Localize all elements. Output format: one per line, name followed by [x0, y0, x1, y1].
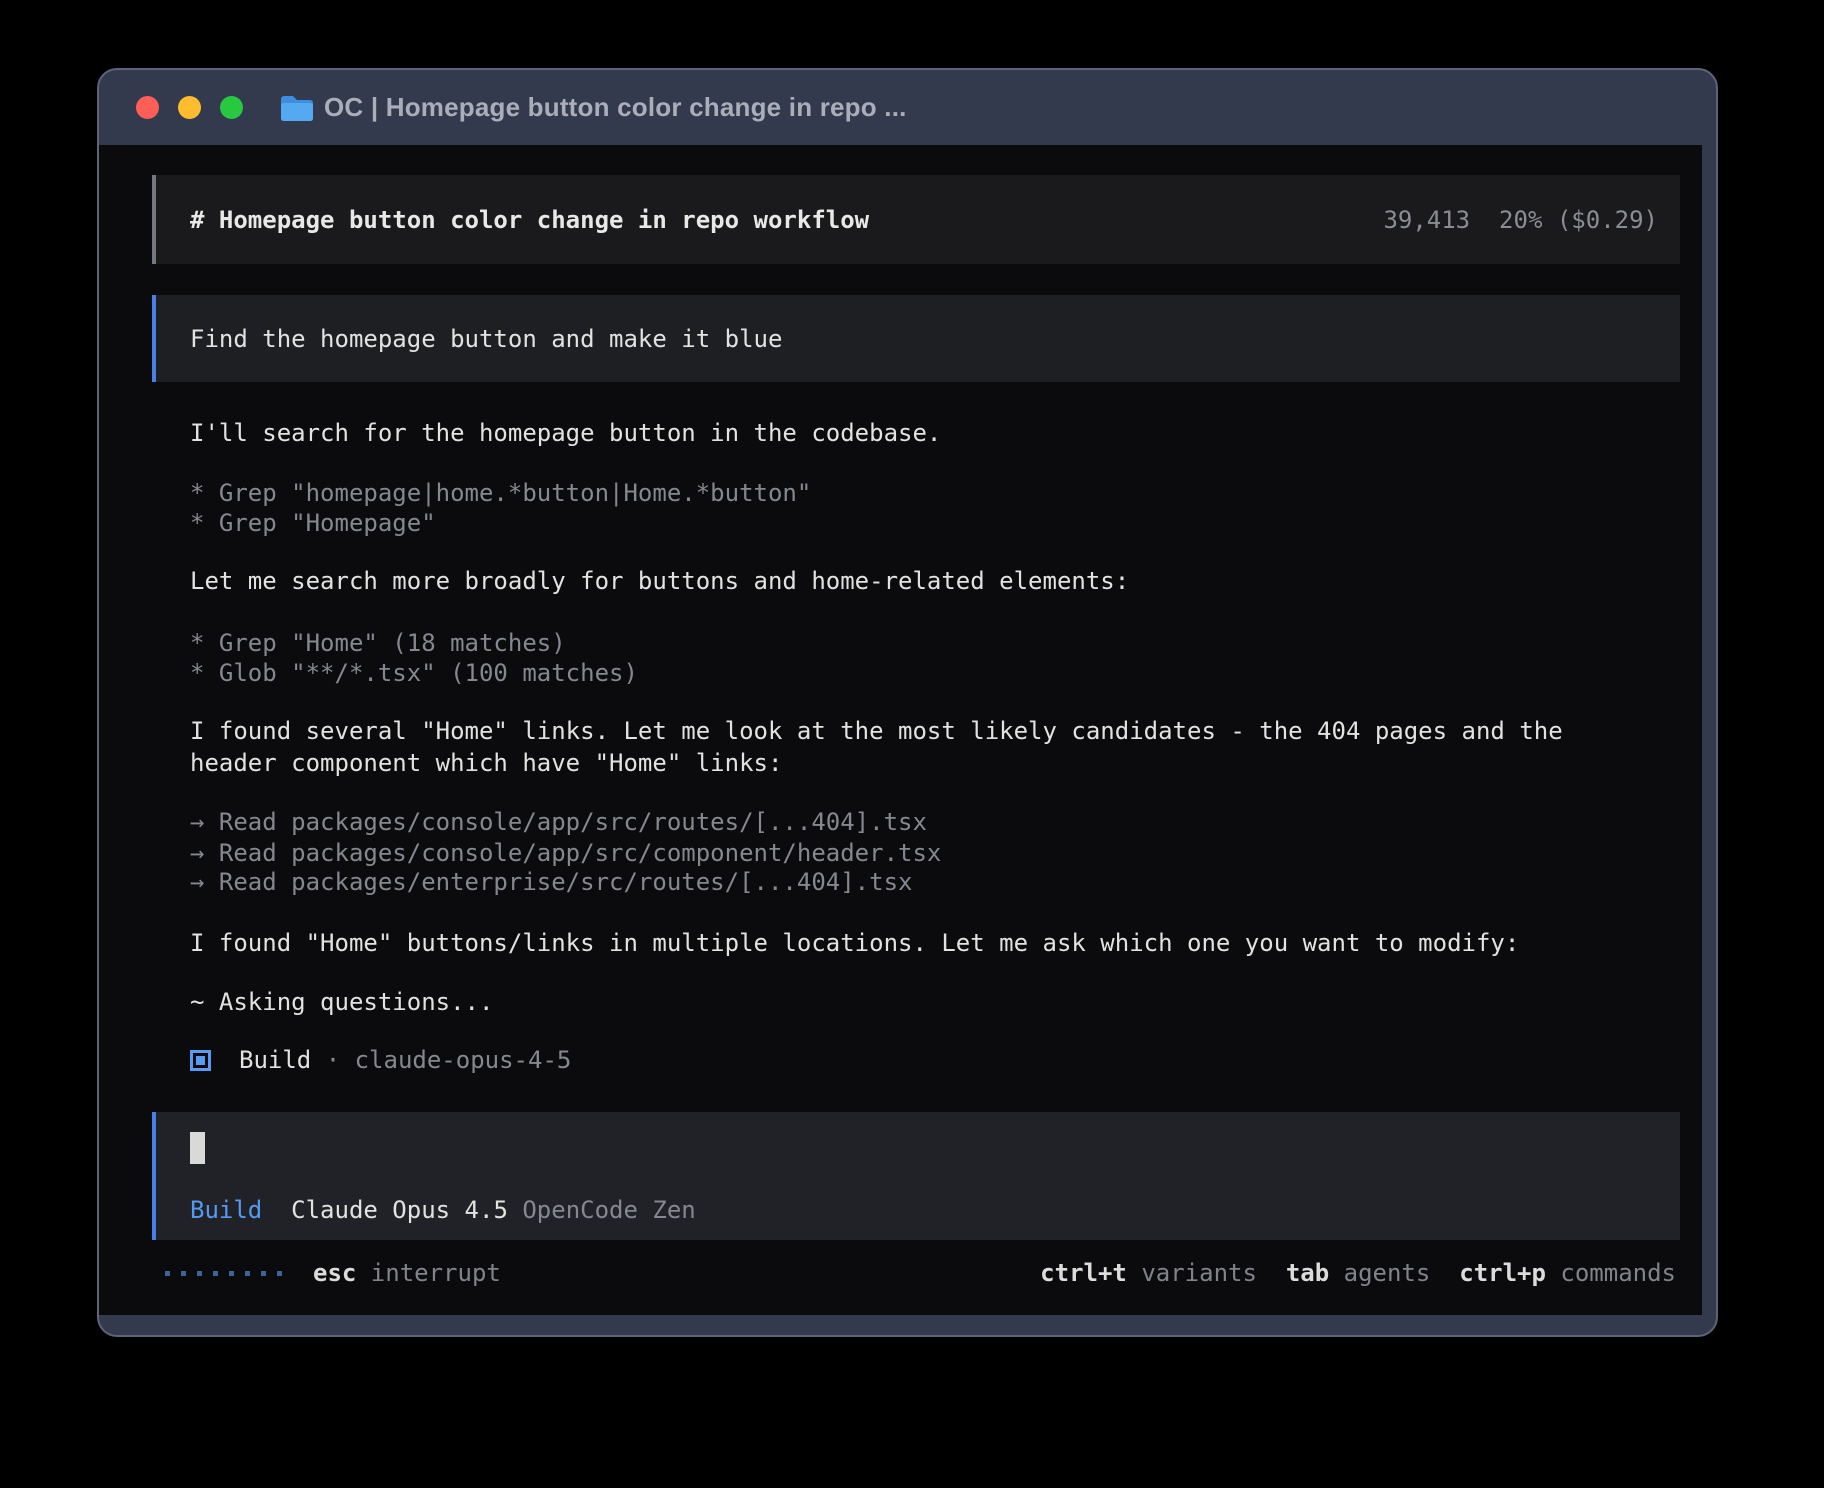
shortcut-key: ctrl+t	[1040, 1259, 1127, 1287]
esc-label: interrupt	[356, 1259, 501, 1287]
separator	[1257, 1259, 1286, 1287]
text-cursor	[190, 1132, 205, 1164]
maximize-button[interactable]	[220, 96, 243, 119]
tool-call-grep: * Grep "Home" (18 matches)	[190, 628, 566, 658]
agent-task-row: Build · claude-opus-4-5	[190, 1045, 571, 1075]
shortcut-label: agents	[1329, 1259, 1430, 1287]
scrollbar-track[interactable]	[1702, 145, 1716, 1315]
shortcut-key: ctrl+p	[1459, 1259, 1546, 1287]
status-shortcuts: ctrl+t variants tab agents ctrl+p comman…	[925, 1231, 1676, 1315]
tool-call-grep: * Grep "homepage|home.*button|Home.*butt…	[190, 478, 811, 508]
user-message-text: Find the homepage button and make it blu…	[190, 325, 782, 353]
titlebar[interactable]: OC | Homepage button color change in rep…	[99, 70, 1716, 145]
separator	[1430, 1259, 1459, 1287]
input-footer: Build Claude Opus 4.5 OpenCode Zen	[190, 1195, 1646, 1225]
session-title: # Homepage button color change in repo w…	[190, 206, 869, 234]
token-count: 39,413	[1383, 206, 1470, 234]
model-label[interactable]: Claude Opus 4.5	[262, 1196, 508, 1224]
assistant-text: I found "Home" buttons/links in multiple…	[190, 928, 1519, 958]
assistant-text: header component which have "Home" links…	[190, 748, 782, 778]
folder-icon	[280, 94, 314, 122]
session-header: # Homepage button color change in repo w…	[152, 175, 1680, 264]
status-left: esc interrupt	[165, 1259, 501, 1287]
minimize-button[interactable]	[178, 96, 201, 119]
status-text-asking: ~ Asking questions...	[190, 987, 493, 1017]
assistant-text: Let me search more broadly for buttons a…	[190, 566, 1129, 596]
activity-dots-icon	[165, 1271, 282, 1276]
status-bar: esc interrupt ctrl+t variants tab agents…	[165, 1258, 1676, 1288]
close-button[interactable]	[136, 96, 159, 119]
user-message: Find the homepage button and make it blu…	[152, 295, 1680, 382]
agent-model: · claude-opus-4-5	[311, 1046, 571, 1074]
provider-label: OpenCode Zen	[508, 1196, 696, 1224]
tool-call-read: → Read packages/console/app/src/routes/[…	[190, 807, 927, 837]
terminal-window: OC | Homepage button color change in rep…	[97, 68, 1718, 1337]
assistant-text: I found several "Home" links. Let me loo…	[190, 716, 1563, 746]
tool-call-grep: * Grep "Homepage"	[190, 508, 436, 538]
context-cost: 20% ($0.29)	[1499, 206, 1658, 234]
assistant-text: I'll search for the homepage button in t…	[190, 418, 941, 448]
shortcut-label: variants	[1127, 1259, 1257, 1287]
session-stats: 39,413 20% ($0.29)	[1383, 206, 1658, 234]
tool-call-read: → Read packages/enterprise/src/routes/[.…	[190, 867, 912, 897]
terminal-content: # Homepage button color change in repo w…	[99, 145, 1704, 1315]
shortcut-key: tab	[1286, 1259, 1329, 1287]
prompt-input[interactable]: Build Claude Opus 4.5 OpenCode Zen	[152, 1112, 1680, 1240]
tool-call-glob: * Glob "**/*.tsx" (100 matches)	[190, 658, 638, 688]
agent-name: Build	[239, 1046, 311, 1074]
shortcut-label: commands	[1546, 1259, 1676, 1287]
tool-call-read: → Read packages/console/app/src/componen…	[190, 838, 941, 868]
agent-checkbox-icon	[190, 1050, 211, 1071]
esc-key-hint: esc	[313, 1259, 356, 1287]
window-title: OC | Homepage button color change in rep…	[324, 92, 907, 123]
mode-label[interactable]: Build	[190, 1196, 262, 1224]
